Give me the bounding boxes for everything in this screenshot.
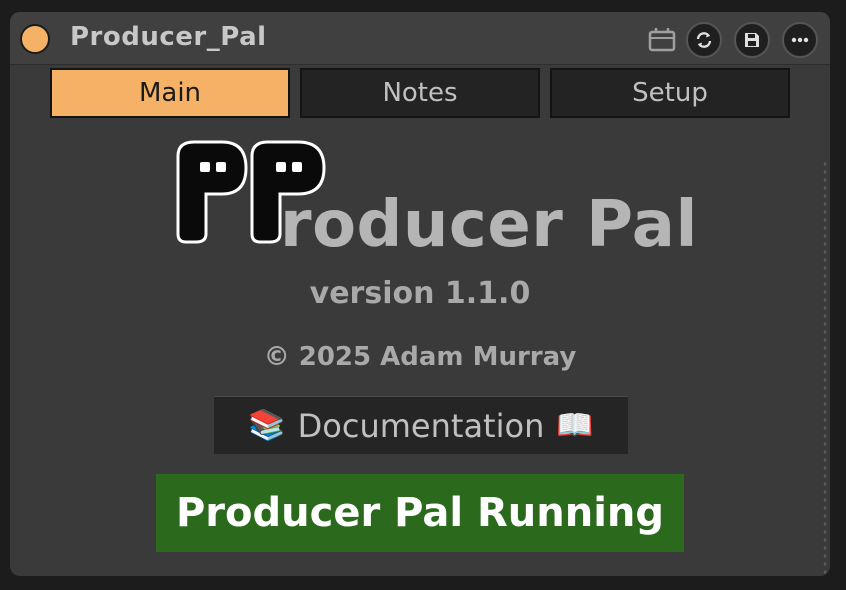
tab-setup[interactable]: Setup (550, 68, 790, 118)
device-title: Producer_Pal (70, 22, 267, 52)
tab-bar: Main Notes Setup (50, 68, 792, 120)
refresh-icon[interactable] (686, 22, 722, 58)
open-book-icon: 📖 (556, 408, 594, 443)
tab-notes[interactable]: Notes (300, 68, 540, 118)
books-icon: 📚 (248, 408, 286, 443)
app-name-heading: roducer Pal (280, 188, 698, 262)
resize-grip[interactable] (822, 160, 828, 576)
status-indicator: Producer Pal Running (156, 474, 684, 552)
device-titlebar: Producer_Pal (10, 12, 830, 65)
more-options-icon[interactable] (782, 22, 818, 58)
tab-main[interactable]: Main (50, 68, 290, 118)
save-icon[interactable] (734, 22, 770, 58)
documentation-label: Documentation (297, 406, 545, 445)
device-panel: Producer_Pal Main Notes Setup roducer Pa… (10, 12, 830, 576)
power-toggle-button[interactable] (20, 24, 50, 54)
documentation-button[interactable]: 📚 Documentation 📖 (214, 396, 628, 454)
version-label: version 1.1.0 (309, 276, 531, 311)
device-icon[interactable] (646, 24, 678, 56)
copyright-label: © 2025 Adam Murray (263, 342, 577, 372)
status-text: Producer Pal Running (175, 490, 665, 536)
